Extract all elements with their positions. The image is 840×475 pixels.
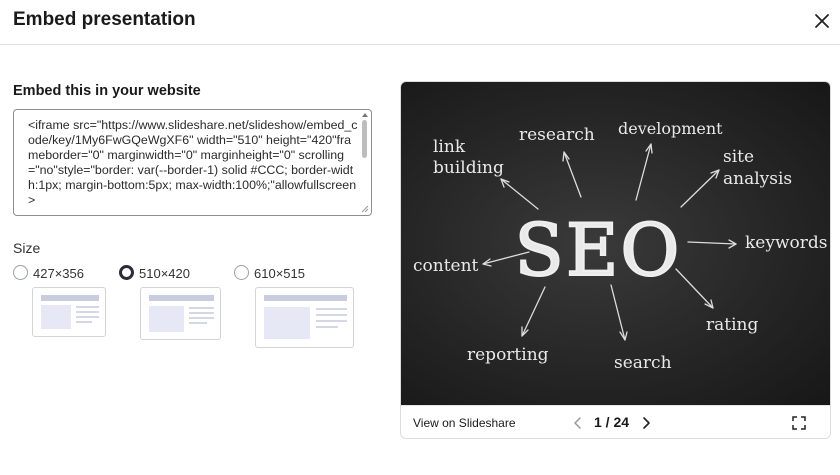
code-scrollbar[interactable]	[361, 112, 369, 212]
size-thumbnail-small[interactable]	[32, 287, 106, 337]
slide-keyword: building	[433, 158, 504, 178]
thumb-bar	[149, 295, 214, 301]
size-option-label: 510×420	[139, 266, 190, 281]
thumb-bar	[264, 295, 347, 301]
previous-slide-button[interactable]	[571, 415, 585, 431]
viewer-toolbar: View on Slideshare 1 / 24	[401, 405, 830, 438]
slide-keyword: analysis	[723, 169, 792, 189]
slide-keyword: rating	[706, 315, 758, 335]
slide-keyword: content	[413, 256, 479, 276]
radio-427[interactable]	[13, 265, 28, 280]
next-slide-button[interactable]	[639, 415, 653, 431]
embed-label: Embed this in your website	[13, 83, 201, 99]
slide-keyword: site	[723, 147, 754, 167]
thumb-image	[264, 307, 310, 339]
thumb-line	[189, 312, 214, 314]
thumb-line	[316, 314, 347, 316]
thumb-image	[149, 306, 184, 332]
thumb-image	[41, 305, 71, 329]
radio-610[interactable]	[234, 265, 249, 280]
fullscreen-button[interactable]	[791, 415, 807, 431]
thumb-line	[316, 320, 347, 322]
thumb-line	[76, 321, 92, 323]
page-counter: 1 / 24	[594, 414, 630, 430]
size-thumbnail-medium[interactable]	[140, 287, 221, 340]
resize-grip-icon[interactable]	[360, 204, 369, 213]
thumb-line	[76, 316, 99, 318]
thumb-line	[189, 317, 214, 319]
thumb-line	[76, 306, 99, 308]
thumb-line	[189, 307, 214, 309]
close-button[interactable]	[810, 9, 834, 33]
thumb-line	[76, 311, 99, 313]
embed-code-textarea[interactable]: <iframe src="https://www.slideshare.net/…	[28, 118, 358, 209]
embed-code-box[interactable]: <iframe src="https://www.slideshare.net/…	[13, 109, 372, 216]
thumb-bar	[41, 295, 99, 301]
size-option-label: 427×356	[33, 266, 84, 281]
slide-image: SEO link building research development s…	[401, 82, 830, 405]
thumb-line	[316, 326, 338, 328]
size-option-label: 610×515	[254, 266, 305, 281]
slide-center-word: SEO	[515, 208, 682, 292]
arrow-line	[500, 178, 539, 210]
slide-keyword: reporting	[467, 345, 549, 365]
scroll-up-arrow-icon[interactable]	[362, 113, 368, 117]
chevron-right-icon	[643, 417, 650, 429]
presentation-preview: SEO link building research development s…	[400, 81, 831, 439]
chevron-left-icon	[574, 417, 581, 429]
slide-keyword: development	[618, 119, 723, 138]
dialog-title: Embed presentation	[13, 9, 196, 30]
fullscreen-icon	[792, 416, 806, 430]
dialog-header: Embed presentation	[0, 0, 840, 45]
slide-keyword: keywords	[745, 233, 828, 253]
close-icon	[815, 14, 829, 28]
size-thumbnail-large[interactable]	[255, 287, 354, 348]
size-label: Size	[13, 240, 41, 256]
slide-keyword: link	[433, 137, 466, 157]
thumb-line	[189, 322, 207, 324]
slide-keyword: research	[519, 125, 595, 145]
view-on-slideshare-link[interactable]: View on Slideshare	[413, 416, 516, 430]
thumb-line	[316, 308, 347, 310]
slide-keyword: search	[614, 353, 672, 373]
radio-510[interactable]	[119, 265, 134, 280]
scroll-thumb[interactable]	[362, 120, 367, 158]
